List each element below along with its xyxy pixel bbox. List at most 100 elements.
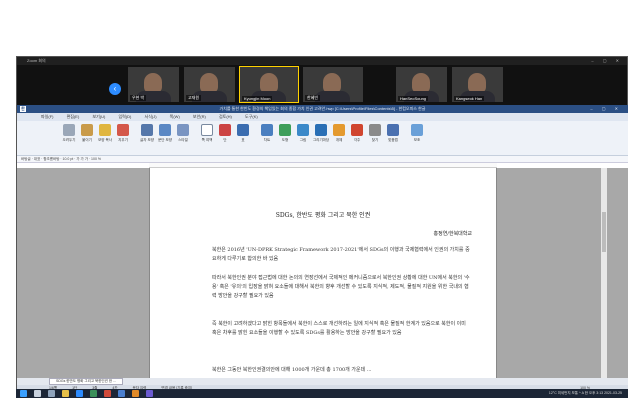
file-explorer-icon[interactable]	[62, 390, 69, 397]
document-author: 홍정연/한북대학교	[433, 231, 473, 237]
participant-tile[interactable]: HanSeoSoung	[396, 67, 447, 102]
task-view-icon[interactable]	[48, 390, 55, 397]
participant-video	[468, 73, 486, 93]
menu-item[interactable]: 검토(H)	[219, 114, 232, 119]
find-button[interactable]: 찾기	[367, 124, 383, 152]
windows-taskbar: 12°C 미세먼지 보통 ^ A 한 오후 3:13 2021-03-25	[16, 389, 628, 398]
screen: Zoom 회의 – ▢ ✕ ‹ 우현 박 고재원 Kyungjin Moon 한…	[0, 0, 628, 398]
app-icon[interactable]	[104, 390, 111, 397]
table-button[interactable]: 표	[235, 124, 251, 152]
footnote-button[interactable]: 각주	[349, 124, 365, 152]
columns-icon	[219, 124, 231, 136]
picture-icon	[297, 124, 309, 136]
style-icon	[177, 124, 189, 136]
paragraph-icon	[159, 124, 171, 136]
participant-name: HanSeoSoung	[398, 96, 429, 101]
app-icon[interactable]	[132, 390, 139, 397]
shape-button[interactable]: 도형	[277, 124, 293, 152]
window-controls[interactable]: – ▢ ✕	[591, 57, 623, 65]
scrollbar-thumb[interactable]	[602, 212, 606, 252]
app-icon[interactable]	[90, 390, 97, 397]
participant-video	[412, 73, 430, 93]
document-tab[interactable]: SDGs 한반도 평화 그리고 북한인권 한 ...	[49, 378, 123, 385]
clipboard-icon	[81, 124, 93, 136]
assist-button[interactable]: 보조	[409, 124, 425, 152]
participant-tile[interactable]: 한혜빈	[303, 67, 363, 102]
object-icon	[333, 124, 345, 136]
columns-button[interactable]: 단	[217, 124, 233, 152]
picture-button[interactable]: 그림	[295, 124, 311, 152]
hwp-window-controls[interactable]: – ▢ ✕	[590, 105, 622, 113]
menu-item[interactable]: 입력(D)	[118, 114, 131, 119]
char-shape-button[interactable]: 글자 모양	[139, 124, 155, 152]
page-icon	[201, 124, 213, 136]
ribbon-toolbar: 오려두기 붙이기 모양 복사 지우기 글자 모양 문단 모양 스타일 쪽 여백 …	[17, 121, 628, 156]
menu-item[interactable]: 편집(E)	[67, 114, 80, 119]
participant-name: Kangseok Han	[454, 96, 485, 101]
brush-icon	[99, 124, 111, 136]
participant-gallery: ‹ 우현 박 고재원 Kyungjin Moon 한혜빈 HanSeoSoung	[17, 65, 627, 105]
assist-icon	[411, 124, 423, 136]
chart-icon	[261, 124, 273, 136]
para-shape-button[interactable]: 문단 모양	[157, 124, 173, 152]
participant-video	[260, 73, 278, 93]
participant-video	[323, 73, 341, 93]
participant-video	[144, 73, 162, 93]
participant-tile-active-speaker[interactable]: Kyungjin Moon	[239, 66, 299, 103]
zoom-app-icon[interactable]	[76, 390, 83, 397]
menu-item[interactable]: 보기(U)	[92, 114, 105, 119]
menu-item[interactable]: 쪽(W)	[170, 114, 180, 119]
app-icon[interactable]	[146, 390, 153, 397]
spellcheck-button[interactable]: 맞춤법	[385, 124, 401, 152]
windows-start-icon[interactable]	[20, 390, 27, 397]
participant-video	[200, 73, 218, 93]
document-workspace: SDGs, 한반도 평화 그리고 북한 인권 홍정연/한북대학교 북한은 201…	[17, 168, 628, 378]
document-paragraph: 즉 북한이 고려하겠다고 밝힌 항목들에서 북한이 스스로 개선하려는 일에 지…	[212, 321, 466, 336]
table-icon	[237, 124, 249, 136]
participant-tile[interactable]: 고재원	[184, 67, 235, 102]
search-icon[interactable]	[34, 390, 41, 397]
menu-item[interactable]: 보안(R)	[193, 114, 206, 119]
style-button[interactable]: 스타일	[175, 124, 191, 152]
menu-item[interactable]: 서식(J)	[145, 114, 157, 119]
scissors-icon	[63, 124, 75, 136]
chart-button[interactable]: 차트	[259, 124, 275, 152]
menu-item[interactable]: 도구(K)	[245, 114, 258, 119]
participant-name: 고재원	[186, 95, 202, 101]
zoom-titlebar: Zoom 회의 – ▢ ✕	[17, 57, 627, 65]
page-margin-button[interactable]: 쪽 여백	[199, 124, 215, 152]
participant-tile[interactable]: 우현 박	[128, 67, 179, 102]
font-icon	[141, 124, 153, 136]
gallery-prev-button[interactable]: ‹	[109, 83, 121, 95]
hwp-logo-icon: 한	[20, 106, 26, 112]
hwp-app-icon[interactable]	[118, 390, 125, 397]
hwp-window: 한 가치를 통한 한반도 환경의 책임있는 회의 종합 가치 인권 고려안.hw…	[17, 105, 628, 398]
menu-bar: 파일(F) 편집(E) 보기(U) 입력(D) 서식(J) 쪽(W) 보안(R)…	[17, 113, 628, 121]
document-paragraph: 따라서 북한인권 분야 접근법에 대한 논의의 연장선에서 국제적인 메커니즘으…	[212, 275, 470, 299]
participant-name: 우현 박	[130, 95, 147, 101]
paste-button[interactable]: 붙이기	[79, 124, 95, 152]
shape-icon	[279, 124, 291, 136]
erase-button[interactable]: 지우기	[115, 124, 131, 152]
drawing-button[interactable]: 그리기마당	[313, 124, 329, 152]
format-painter-button[interactable]: 모양 복사	[97, 124, 113, 152]
document-paragraph: 북한은 그동안 북한인권결의안에 대해 1000개 가운데 총 1700개 가운…	[212, 367, 372, 373]
drawing-icon	[315, 124, 327, 136]
system-tray[interactable]: 12°C 미세먼지 보통 ^ A 한 오후 3:13 2021-03-25	[549, 389, 622, 398]
menu-item[interactable]: 파일(F)	[41, 114, 53, 119]
format-bar[interactable]: 바탕글 · 대표 · 함초롬바탕 · 10.0 pt · 가 가 가 · 100…	[17, 156, 628, 163]
object-button[interactable]: 개체	[331, 124, 347, 152]
zoom-title: Zoom 회의	[27, 58, 46, 63]
search-icon	[369, 124, 381, 136]
cut-button[interactable]: 오려두기	[61, 124, 77, 152]
participant-name: 한혜빈	[305, 95, 321, 101]
zoom-window: Zoom 회의 – ▢ ✕ ‹ 우현 박 고재원 Kyungjin Moon 한…	[16, 56, 628, 398]
participant-name: Kyungjin Moon	[242, 96, 273, 101]
document-title: SDGs, 한반도 평화 그리고 북한 인권	[275, 212, 371, 219]
document-paragraph: 북한은 2016년 'UN-DPRK Strategic Framework 2…	[212, 247, 470, 262]
participant-tile[interactable]: Kangseok Han	[452, 67, 503, 102]
document-tabs: SDGs 한반도 평화 그리고 북한인권 한 ...	[17, 378, 628, 385]
hwp-title-text: 가치를 통한 한반도 환경의 책임있는 회의 종합 가치 인권 고려안.hwp …	[219, 106, 426, 111]
document-page[interactable]: SDGs, 한반도 평화 그리고 북한 인권 홍정연/한북대학교 북한은 201…	[149, 168, 497, 378]
vertical-scrollbar[interactable]	[601, 168, 607, 378]
